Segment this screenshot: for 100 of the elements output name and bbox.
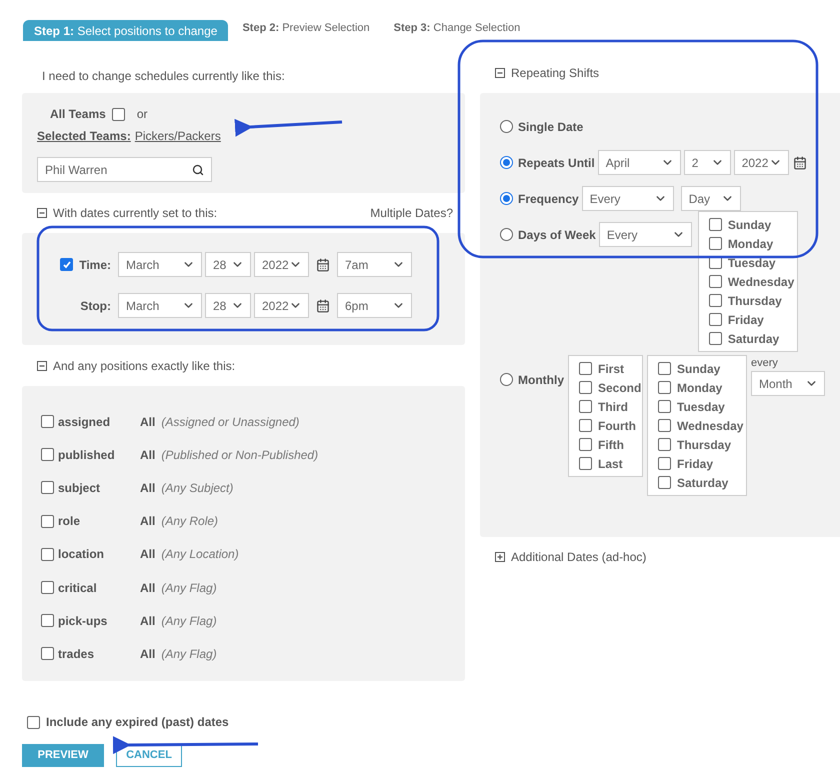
checkbox[interactable] [60,258,74,271]
filter-value: All [140,546,156,564]
checkbox[interactable] [708,332,722,345]
checkbox[interactable] [658,457,671,470]
checkbox[interactable] [658,362,671,375]
filter-value: All [140,513,156,530]
checkbox-label: Monday [677,380,722,396]
checkbox-label: Sunday [728,216,772,234]
checkbox[interactable] [658,419,671,432]
checkbox[interactable] [579,457,592,470]
calendar-icon[interactable] [316,258,330,272]
checkbox[interactable] [41,514,54,528]
step-tab[interactable]: Step 1: Select positions to change [23,20,228,41]
checkbox-label: Saturday [728,330,780,348]
dropdown[interactable]: Every [582,186,674,211]
checkbox[interactable] [579,381,592,394]
dropdown[interactable]: 28 [205,293,251,318]
checkbox[interactable] [708,218,722,231]
collapse-icon[interactable] [37,360,47,370]
filter-value: All [140,480,156,497]
section-title: Repeating Shifts [511,65,600,82]
radio-button[interactable] [500,120,513,133]
calendar-icon[interactable] [316,298,330,312]
filter-hint: (Any Role) [161,513,218,530]
filter-value: All [140,580,156,597]
multiple-dates-link[interactable]: Multiple Dates? [370,204,453,222]
checkbox-label: Friday [677,456,714,472]
dropdown[interactable]: 28 [205,252,251,277]
step-tab[interactable]: Step 3: Change Selection [394,20,520,41]
checkbox[interactable] [41,448,54,462]
dropdown[interactable]: April [598,150,681,175]
search-field[interactable]: Phil Warren [37,157,212,182]
checkbox[interactable] [708,313,722,326]
radio-button[interactable] [500,192,513,205]
preview-button[interactable]: PREVIEW [22,744,104,767]
checkbox-label: Fifth [598,436,624,454]
dropdown[interactable]: 2 [684,150,731,175]
checkbox[interactable] [708,294,722,307]
checkbox[interactable] [41,415,54,428]
checkbox[interactable] [658,476,671,489]
filter-hint: (Published or Non-Published) [161,446,318,464]
filter-hint: (Any Flag) [161,646,217,663]
filter-hint: (Any Flag) [161,612,217,630]
or-text: or [136,106,148,123]
dropdown[interactable]: Month [751,371,825,396]
checkbox-label: First [598,360,624,378]
calendar-icon[interactable] [792,156,807,170]
checkbox[interactable] [579,362,592,375]
filter-hint: (Any Subject) [161,480,234,497]
option-label: Days of Week [518,226,596,244]
checkbox-label: Tuesday [677,398,725,416]
checkbox[interactable] [41,647,54,660]
radio-button[interactable] [500,156,513,169]
filter-label: critical [58,580,97,597]
dropdown[interactable]: Day [680,186,741,211]
checkbox[interactable] [658,400,671,413]
radio-button[interactable] [500,373,513,386]
checkbox[interactable] [41,614,54,628]
checkbox[interactable] [41,581,54,594]
checkbox[interactable] [579,419,592,432]
filter-label: trades [58,646,94,663]
checkbox-label: Thursday [728,292,782,310]
checkbox[interactable] [658,381,671,394]
checkbox[interactable] [41,548,54,561]
filter-label: published [58,446,115,464]
all-teams-label: All Teams [50,106,106,123]
checkbox-label: Friday [728,312,764,328]
checkbox[interactable] [41,481,54,494]
dropdown[interactable]: March [118,293,202,318]
checkbox[interactable] [579,438,592,451]
selected-teams-link[interactable]: Pickers/Packers [134,127,221,145]
expand-icon[interactable] [495,552,505,562]
section-title: With dates currently set to this: [53,205,218,222]
search-icon[interactable] [192,164,204,176]
dropdown[interactable]: 2022 [254,293,309,318]
checkbox[interactable] [27,716,40,728]
field-label: Time: [79,256,111,274]
field-label: Stop: [80,298,111,314]
checkbox[interactable] [112,108,125,120]
intro-text: I need to change schedules currently like this: [41,68,286,85]
dropdown[interactable]: 6pm [337,293,412,318]
checkbox[interactable] [708,237,722,250]
filter-hint: (Any Location) [161,546,239,564]
step-tab[interactable]: Step 2: Preview Selection [242,20,370,41]
checkbox[interactable] [658,438,671,451]
filter-value: All [140,646,156,663]
dropdown[interactable]: March [118,252,202,277]
dropdown[interactable]: 2022 [734,150,789,175]
checkbox-label: Monday [728,236,774,252]
checkbox-label: Last [598,456,623,472]
dropdown[interactable]: 7am [337,252,412,277]
dropdown[interactable]: Every [598,222,692,247]
checkbox[interactable] [708,275,722,288]
checkbox-label: Third [598,398,628,416]
dropdown[interactable]: 2022 [254,252,309,277]
radio-button[interactable] [500,228,513,241]
collapse-icon[interactable] [495,68,505,78]
collapse-icon[interactable] [37,208,47,218]
checkbox[interactable] [579,400,592,413]
filter-label: subject [58,480,100,497]
